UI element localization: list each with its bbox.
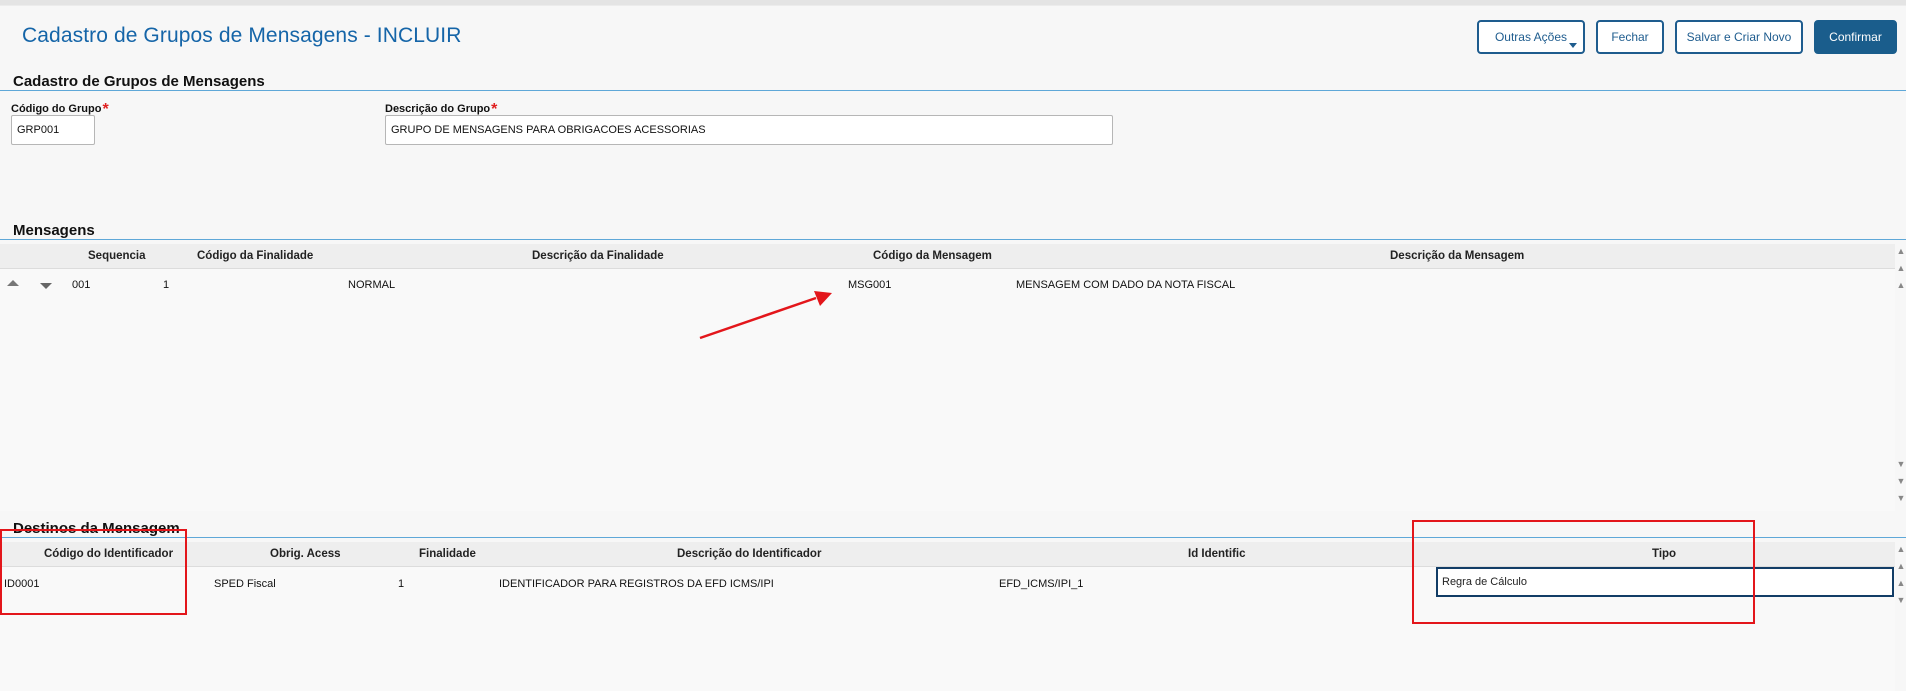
outras-acoes-label: Outras Ações [1494,30,1568,44]
cell-descricao-mensagem: MENSAGEM COM DADO DA NOTA FISCAL [1016,279,1236,291]
cell-id-identific: EFD_ICMS/IPI_1 [999,578,1084,590]
cell-codigo-finalidade: 1 [163,279,170,291]
col-finalidade: Finalidade [419,548,476,560]
descricao-grupo-label-text: Descrição do Grupo [385,103,491,115]
annotation-box-tipo [1412,520,1755,624]
col-obrig-acess: Obrig. Acess [270,548,341,560]
col-sequencia: Sequencia [88,250,146,262]
sort-down-icon[interactable] [40,283,52,289]
mensagens-section-title: Mensagens [13,222,95,239]
outras-acoes-button[interactable]: Outras Ações [1477,20,1585,54]
table-row[interactable]: 001 1 NORMAL MSG001 MENSAGEM COM DADO DA… [0,272,1895,298]
cell-finalidade: 1 [398,578,405,590]
scroll-up-icon[interactable]: ▲ [1896,577,1906,590]
col-descricao-mensagem: Descrição da Mensagem [1390,250,1525,262]
cell-descricao-finalidade: NORMAL [348,279,396,291]
scroll-up-icon[interactable]: ▲ [1896,543,1906,556]
scroll-down-icon[interactable]: ▼ [1896,458,1906,471]
scroll-up-icon[interactable]: ▲ [1896,262,1906,275]
scroll-up-icon[interactable]: ▲ [1896,245,1906,258]
mensagens-section-rule [0,239,1906,240]
required-mark: * [102,101,109,118]
col-descricao-finalidade: Descrição da Finalidade [532,250,664,262]
descricao-grupo-input[interactable]: GRUPO DE MENSAGENS PARA OBRIGACOES ACESS… [385,115,1113,145]
confirmar-button[interactable]: Confirmar [1814,20,1897,54]
dropdown-caret-icon [1569,43,1577,48]
cell-sequencia: 001 [72,279,91,291]
top-bar [0,0,1906,6]
form-section-rule [0,90,1906,91]
salvar-criar-novo-label: Salvar e Criar Novo [1686,30,1792,44]
col-descricao-identificador: Descrição do Identificador [677,548,822,560]
col-codigo-finalidade: Código da Finalidade [197,250,314,262]
descricao-grupo-value: GRUPO DE MENSAGENS PARA OBRIGACOES ACESS… [391,124,706,136]
scroll-up-icon[interactable]: ▲ [1896,279,1906,292]
annotation-arrow-icon [699,291,832,340]
fechar-label: Fechar [1611,30,1649,44]
cell-codigo-mensagem: MSG001 [848,279,892,291]
mensagens-grid-header: Sequencia Código da Finalidade Descrição… [0,244,1895,269]
annotation-box-codigo-identificador [0,529,187,615]
sort-up-icon[interactable] [7,280,19,286]
mensagens-grid-body [0,269,1895,511]
scroll-down-icon[interactable]: ▼ [1896,594,1906,607]
page-title: Cadastro de Grupos de Mensagens - INCLUI… [22,24,462,47]
codigo-grupo-input[interactable]: GRP001 [11,115,95,145]
cell-obrig-acess: SPED Fiscal [214,578,276,590]
cell-descricao-identificador: IDENTIFICADOR PARA REGISTROS DA EFD ICMS… [499,578,774,590]
scroll-down-icon[interactable]: ▼ [1896,492,1906,505]
confirmar-label: Confirmar [1829,30,1882,44]
codigo-grupo-value: GRP001 [17,124,60,136]
form-section-title: Cadastro de Grupos de Mensagens [13,73,265,90]
fechar-button[interactable]: Fechar [1596,20,1664,54]
col-codigo-mensagem: Código da Mensagem [873,250,992,262]
col-id-identific: Id Identific [1188,548,1246,560]
scroll-down-icon[interactable]: ▼ [1896,475,1906,488]
codigo-grupo-label-text: Código do Grupo [11,103,102,115]
salvar-criar-novo-button[interactable]: Salvar e Criar Novo [1675,20,1803,54]
scroll-up-icon[interactable]: ▲ [1896,560,1906,573]
